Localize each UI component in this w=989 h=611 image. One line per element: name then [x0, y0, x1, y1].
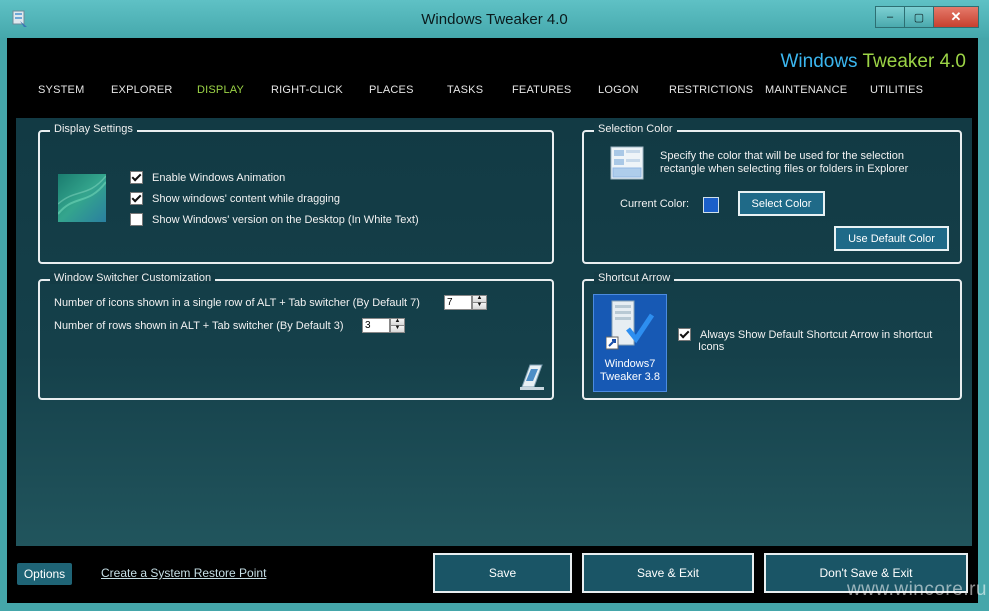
show-content-dragging-checkbox[interactable] [130, 192, 143, 205]
window-switcher-title: Window Switcher Customization [50, 272, 216, 284]
watermark-text: www.wincore.ru [846, 579, 987, 600]
show-content-dragging-label: Show windows' content while dragging [152, 192, 340, 205]
enable-animation-checkbox[interactable] [130, 171, 143, 184]
tab-maintenance[interactable]: MAINTENANCE [765, 84, 847, 96]
selection-desc-line2: rectangle when selecting files or folder… [660, 163, 909, 175]
use-default-color-button[interactable]: Use Default Color [834, 226, 949, 251]
brand-part1: Windows [780, 51, 863, 72]
tab-display[interactable]: DISPLAY [197, 84, 244, 96]
rows-stepper[interactable]: 3 ▲ ▼ [362, 318, 405, 333]
window-title: Windows Tweaker 4.0 [421, 11, 568, 28]
enable-animation-label: Enable Windows Animation [152, 171, 286, 184]
shortcut-arrow-checkbox[interactable] [678, 328, 691, 341]
show-content-dragging-row[interactable]: Show windows' content while dragging [130, 192, 340, 205]
tab-features[interactable]: FEATURES [512, 84, 571, 96]
shortcut-arrow-label-line2: Icons [698, 341, 725, 353]
maximize-button[interactable]: ▢ [904, 6, 934, 28]
alt-tab-switcher-icon [520, 364, 544, 390]
tab-utilities[interactable]: UTILITIES [870, 84, 923, 96]
shortcut-arrow-group: Shortcut Arrow Windows7 Tweaker 3.8 Alwa… [582, 272, 962, 400]
tab-tasks[interactable]: TASKS [447, 84, 483, 96]
show-version-label: Show Windows' version on the Desktop (In… [152, 213, 419, 226]
show-version-checkbox[interactable] [130, 213, 143, 226]
save-button[interactable]: Save [433, 553, 572, 593]
icons-per-row-value[interactable]: 7 [444, 295, 472, 310]
rows-value[interactable]: 3 [362, 318, 390, 333]
client-area: Windows Tweaker 4.0 SYSTEM EXPLORER DISP… [7, 38, 978, 603]
brand-part2: Tweaker 4.0 [862, 51, 967, 72]
icons-per-row-stepper[interactable]: 7 ▲ ▼ [444, 295, 487, 310]
save-exit-button[interactable]: Save & Exit [582, 553, 754, 593]
show-version-row[interactable]: Show Windows' version on the Desktop (In… [130, 213, 419, 226]
content-panel: Display Settings Enable Windows Animatio… [16, 118, 972, 546]
rows-label: Number of rows shown in ALT + Tab switch… [54, 320, 344, 332]
create-restore-point-link[interactable]: Create a System Restore Point [101, 566, 266, 580]
brand-logo: Windows Tweaker 4.0 [780, 51, 966, 73]
tab-explorer[interactable]: EXPLORER [111, 84, 173, 96]
tab-logon[interactable]: LOGON [598, 84, 639, 96]
shortcut-arrow-title: Shortcut Arrow [594, 272, 675, 284]
minimize-button[interactable]: – [875, 6, 905, 28]
tab-restrictions[interactable]: RESTRICTIONS [669, 84, 753, 96]
tweaker-app-icon [606, 300, 654, 350]
shortcut-preview-tile: Windows7 Tweaker 3.8 [593, 294, 667, 392]
display-settings-group: Display Settings Enable Windows Animatio… [38, 123, 554, 264]
selection-color-title: Selection Color [594, 123, 677, 135]
enable-animation-row[interactable]: Enable Windows Animation [130, 171, 285, 184]
selection-color-group: Selection Color Specify the color that w… [582, 123, 962, 264]
close-button[interactable]: ✕ [933, 6, 979, 28]
current-color-label: Current Color: [620, 198, 690, 210]
select-color-button[interactable]: Select Color [738, 191, 825, 216]
tab-system[interactable]: SYSTEM [38, 84, 84, 96]
explorer-selection-icon [610, 146, 644, 180]
shortcut-arrow-row[interactable]: Always Show Default Shortcut Arrow in sh… [678, 328, 932, 341]
icons-per-row-label: Number of icons shown in a single row of… [54, 297, 420, 309]
tab-right-click[interactable]: RIGHT-CLICK [271, 84, 343, 96]
display-preview-image [58, 174, 106, 222]
nav-tabs: SYSTEM EXPLORER DISPLAY RIGHT-CLICK PLAC… [7, 84, 978, 104]
footer-bar: Options Create a System Restore Point Sa… [7, 550, 978, 603]
selection-desc-line1: Specify the color that will be used for … [660, 150, 904, 162]
icons-down-arrow-icon[interactable]: ▼ [472, 302, 487, 310]
shortcut-arrow-label-line1: Always Show Default Shortcut Arrow in sh… [700, 328, 933, 341]
tab-places[interactable]: PLACES [369, 84, 414, 96]
rows-down-arrow-icon[interactable]: ▼ [390, 325, 405, 333]
shortcut-caption-line1: Windows7 [604, 358, 656, 370]
shortcut-caption-line2: Tweaker 3.8 [600, 371, 660, 383]
title-bar[interactable]: Windows Tweaker 4.0 – ▢ ✕ [0, 0, 989, 38]
options-button[interactable]: Options [17, 563, 72, 585]
current-color-swatch [703, 197, 719, 213]
display-settings-title: Display Settings [50, 123, 137, 135]
app-window: Windows Tweaker 4.0 – ▢ ✕ Windows Tweake… [0, 0, 989, 611]
window-switcher-group: Window Switcher Customization Number of … [38, 272, 554, 400]
